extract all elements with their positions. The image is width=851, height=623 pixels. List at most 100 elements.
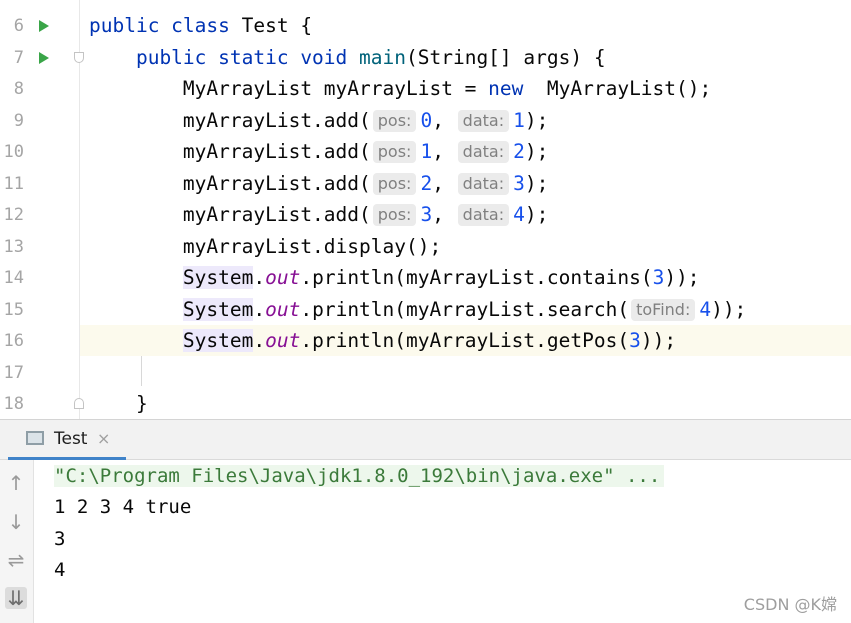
- code-line[interactable]: 12 myArrayList.add(pos: 3, data: 4);: [0, 199, 851, 230]
- parameter-hint: data:: [457, 204, 510, 226]
- code-token: (String[] args) {: [406, 45, 606, 69]
- code-token: ,: [432, 171, 456, 195]
- code-token: .println(myArrayList.contains(: [300, 266, 653, 289]
- code-line[interactable]: 18 }: [0, 388, 851, 419]
- code-text: public static void main(String[] args) {: [89, 46, 606, 70]
- code-token: out: [265, 329, 301, 352]
- line-number: 8: [13, 79, 24, 99]
- code-token: public class: [89, 14, 242, 37]
- watermark: CSDN @K嫦: [743, 595, 837, 614]
- line-number: 15: [3, 299, 24, 320]
- line-number: 6: [13, 16, 24, 36]
- code-token: public static void: [89, 45, 360, 69]
- code-text: MyArrayList myArrayList = new MyArrayLis…: [89, 77, 711, 101]
- code-token: myArrayList.add(: [89, 203, 371, 226]
- code-line[interactable]: 9 myArrayList.add(pos: 0, data: 1);: [0, 105, 851, 136]
- line-number: 18: [3, 394, 24, 414]
- console-line: 4: [54, 559, 66, 581]
- parameter-hint: data:: [457, 172, 510, 195]
- run-panel-header: Test ×: [0, 420, 851, 460]
- console-line: 1 2 3 4 true: [54, 496, 192, 518]
- code-line[interactable]: 10 myArrayList.add(pos: 1, data: 2);: [0, 136, 851, 167]
- code-line[interactable]: 8 MyArrayList myArrayList = new MyArrayL…: [0, 73, 851, 104]
- code-token: myArrayList.add(: [89, 171, 371, 195]
- line-number: 11: [3, 173, 24, 194]
- line-number: 13: [3, 236, 24, 257]
- code-token: .: [253, 266, 266, 289]
- console-command-line: "C:\Program Files\Java\jdk1.8.0_192\bin\…: [54, 465, 665, 487]
- parameter-hint: data:: [457, 109, 510, 132]
- code-token: 3: [629, 329, 641, 352]
- code-line[interactable]: 13 myArrayList.display();: [0, 231, 851, 262]
- code-token: ));: [640, 329, 677, 352]
- code-token: out: [265, 297, 301, 321]
- console-icon: [26, 431, 44, 445]
- code-token: 4: [699, 297, 712, 321]
- parameter-hint: pos:: [372, 172, 417, 195]
- parameter-hint: pos:: [372, 204, 417, 226]
- run-gutter-icon[interactable]: [39, 51, 49, 64]
- code-token: );: [524, 140, 549, 163]
- code-token: 0: [420, 108, 433, 132]
- code-token: System: [182, 297, 254, 321]
- fold-icon[interactable]: [74, 51, 84, 63]
- code-token: );: [524, 171, 549, 195]
- code-token: .: [253, 297, 266, 321]
- fold-icon[interactable]: [74, 398, 84, 409]
- line-number: 7: [13, 47, 24, 68]
- code-token: .: [253, 329, 266, 352]
- close-icon[interactable]: ×: [97, 429, 110, 448]
- line-number: 12: [3, 205, 24, 225]
- code-token: .println(myArrayList.search(: [300, 297, 630, 321]
- console-output[interactable]: "C:\Program Files\Java\jdk1.8.0_192\bin\…: [34, 460, 851, 623]
- line-number: 17: [3, 362, 24, 383]
- code-line[interactable]: 15 System.out.println(myArrayList.search…: [0, 294, 851, 325]
- console-line: 3: [54, 528, 66, 550]
- parameter-hint: pos:: [372, 109, 417, 132]
- line-number: 16: [3, 331, 24, 351]
- code-token: }: [89, 392, 148, 415]
- scroll-to-end-icon[interactable]: ⇊: [5, 587, 27, 609]
- code-text: myArrayList.add(pos: 1, data: 2);: [89, 140, 548, 164]
- code-token: 2: [420, 171, 433, 195]
- code-text: System.out.println(myArrayList.search(to…: [89, 297, 747, 322]
- code-line[interactable]: 7 public static void main(String[] args)…: [0, 42, 851, 73]
- code-token: ,: [432, 108, 456, 132]
- line-number: 10: [3, 142, 24, 162]
- run-gutter-icon[interactable]: [39, 20, 49, 32]
- code-token: 1: [420, 140, 433, 163]
- code-text: System.out.println(myArrayList.getPos(3)…: [89, 329, 676, 353]
- line-number: 14: [3, 268, 24, 288]
- code-token: MyArrayList();: [523, 77, 712, 100]
- parameter-hint: pos:: [372, 141, 417, 163]
- tab-label: Test: [54, 429, 88, 449]
- code-token: 4: [513, 203, 525, 226]
- code-token: new: [488, 77, 524, 100]
- code-line[interactable]: 16 System.out.println(myArrayList.getPos…: [0, 325, 851, 356]
- code-token: 2: [513, 140, 525, 163]
- code-token: System: [182, 266, 254, 289]
- code-line[interactable]: 14 System.out.println(myArrayList.contai…: [0, 262, 851, 293]
- code-token: main: [359, 45, 406, 69]
- code-text: System.out.println(myArrayList.contains(…: [89, 266, 700, 290]
- code-token: ));: [711, 297, 747, 321]
- code-token: 3: [420, 203, 433, 226]
- arrow-up-icon[interactable]: ↑: [5, 472, 27, 494]
- code-line[interactable]: 11 myArrayList.add(pos: 2, data: 3);: [0, 168, 851, 199]
- code-text: myArrayList.display();: [89, 235, 441, 259]
- code-text: myArrayList.add(pos: 2, data: 3);: [89, 172, 548, 196]
- code-token: 1: [513, 108, 525, 132]
- soft-wrap-icon[interactable]: ⇌: [5, 549, 27, 571]
- code-token: Test {: [241, 14, 313, 37]
- arrow-down-icon[interactable]: ↓: [5, 511, 27, 533]
- tab-test[interactable]: Test ×: [18, 420, 126, 459]
- code-line[interactable]: 6 public class Test {: [0, 10, 851, 41]
- line-number: 9: [13, 110, 24, 131]
- run-toolbar: ↑ ↓ ⇌ ⇊: [0, 460, 34, 623]
- code-editor[interactable]: 6 public class Test { 7 public static void…: [0, 0, 851, 419]
- code-line[interactable]: 17: [0, 357, 851, 388]
- parameter-hint: data:: [457, 141, 510, 163]
- code-text: myArrayList.add(pos: 0, data: 1);: [89, 109, 548, 133]
